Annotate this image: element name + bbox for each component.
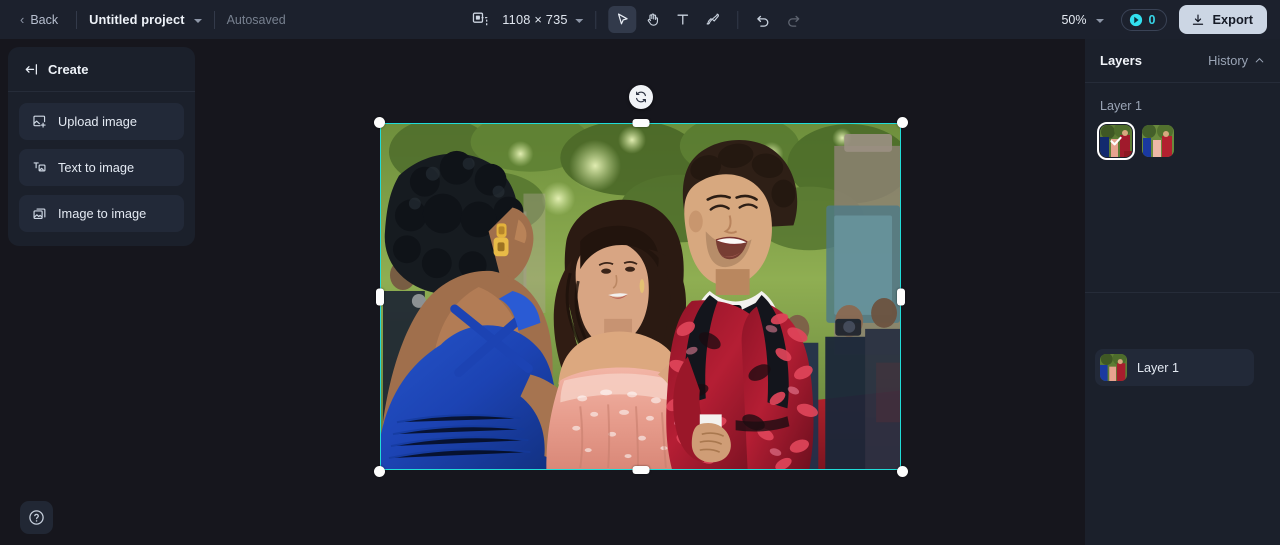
sidebar-item-label: Upload image — [58, 114, 137, 129]
chevron-down-icon[interactable] — [193, 18, 202, 23]
rotate-button[interactable] — [628, 85, 653, 109]
text-to-image-icon — [32, 160, 47, 175]
export-label: Export — [1212, 12, 1253, 27]
layer-group-label: Layer 1 — [1100, 99, 1143, 113]
help-button[interactable] — [20, 501, 53, 534]
tab-history[interactable]: History — [1208, 53, 1265, 68]
canvas-image[interactable] — [380, 123, 901, 470]
undo-button[interactable] — [750, 6, 778, 33]
top-bar-left: ‹ Back Untitled project Autosaved — [0, 0, 286, 39]
divider — [595, 10, 597, 29]
tab-history-label: History — [1208, 53, 1248, 68]
credits-count: 0 — [1148, 12, 1156, 27]
dimensions-chevron-down-icon[interactable] — [575, 18, 584, 23]
resize-handle-top[interactable] — [632, 119, 649, 127]
layer-list-item[interactable]: Layer 1 — [1095, 349, 1254, 386]
download-icon — [1191, 13, 1205, 27]
image-editor-app: ‹ Back Untitled project Autosaved 1108 ×… — [0, 0, 1280, 545]
sidebar-items: Upload image Text to image Image to imag… — [8, 92, 195, 246]
resize-handle-left[interactable] — [376, 288, 384, 305]
upload-image-icon — [32, 114, 47, 129]
project-name[interactable]: Untitled project — [89, 12, 184, 27]
create-sidebar: Create Upload image Text to image Image … — [8, 47, 195, 246]
layer-variant-thumbnails — [1097, 122, 1265, 160]
zoom-level: 50% — [1061, 12, 1087, 27]
sidebar-title: Create — [48, 61, 89, 77]
rotate-refresh-icon — [634, 90, 648, 104]
zoom-control[interactable]: 50% — [1056, 10, 1108, 30]
photo-content — [381, 124, 900, 469]
check-icon — [1100, 125, 1132, 157]
sidebar-header: Create — [8, 47, 195, 92]
right-panel: Layers History Layer 1 Layer 1 — [1085, 39, 1280, 545]
sidebar-item-upload-image[interactable]: Upload image — [19, 103, 184, 140]
hand-tool[interactable] — [639, 6, 667, 33]
resize-handle-bottom-right[interactable] — [896, 465, 908, 477]
redo-button[interactable] — [780, 6, 808, 33]
tab-layers[interactable]: Layers — [1100, 53, 1142, 68]
panel-divider — [1085, 292, 1280, 293]
chevron-up-icon — [1254, 55, 1265, 66]
text-tool[interactable] — [669, 6, 697, 33]
right-panel-body: Layer 1 — [1085, 83, 1280, 160]
resize-handle-top-right[interactable] — [896, 116, 908, 128]
image-to-image-icon — [32, 206, 47, 221]
divider — [76, 10, 78, 29]
layer-item-thumbnail — [1100, 354, 1127, 381]
question-circle-icon — [28, 509, 45, 526]
top-bar-right: 50% 0 Export — [1056, 0, 1267, 39]
divider — [737, 10, 739, 29]
zoom-chevron-down-icon — [1095, 18, 1104, 23]
layer-thumbnail-variant-2[interactable] — [1142, 125, 1174, 157]
tool-group — [608, 6, 808, 33]
credits-indicator[interactable]: 0 — [1120, 8, 1168, 31]
select-tool[interactable] — [608, 6, 637, 33]
coin-icon — [1129, 13, 1143, 27]
divider — [213, 10, 215, 29]
sidebar-item-text-to-image[interactable]: Text to image — [19, 149, 184, 186]
export-button[interactable]: Export — [1179, 5, 1267, 34]
image-selection[interactable] — [373, 85, 908, 477]
top-bar: ‹ Back Untitled project Autosaved 1108 ×… — [0, 0, 1280, 39]
back-button[interactable]: ‹ Back — [14, 9, 64, 31]
layer-item-name: Layer 1 — [1137, 360, 1180, 375]
paintbrush-tool[interactable] — [699, 6, 727, 33]
layer-thumbnail-variant-1[interactable] — [1097, 122, 1135, 160]
back-label: Back — [30, 12, 59, 27]
sidebar-item-label: Image to image — [58, 206, 147, 221]
canvas-area[interactable] — [203, 39, 1077, 545]
resize-handle-top-left[interactable] — [373, 116, 385, 128]
autosave-status: Autosaved — [226, 12, 286, 27]
sidebar-item-image-to-image[interactable]: Image to image — [19, 195, 184, 232]
collapse-left-icon[interactable] — [24, 62, 39, 77]
canvas-dimensions: 1108 × 735 — [502, 12, 568, 27]
crop-resize-icon[interactable] — [472, 12, 488, 28]
chevron-left-icon: ‹ — [20, 12, 25, 27]
resize-handle-bottom[interactable] — [632, 466, 649, 474]
resize-handle-bottom-left[interactable] — [373, 465, 385, 477]
right-panel-header: Layers History — [1085, 39, 1280, 83]
top-bar-center: 1108 × 735 — [472, 0, 807, 39]
resize-handle-right[interactable] — [897, 288, 905, 305]
sidebar-item-label: Text to image — [58, 160, 135, 175]
